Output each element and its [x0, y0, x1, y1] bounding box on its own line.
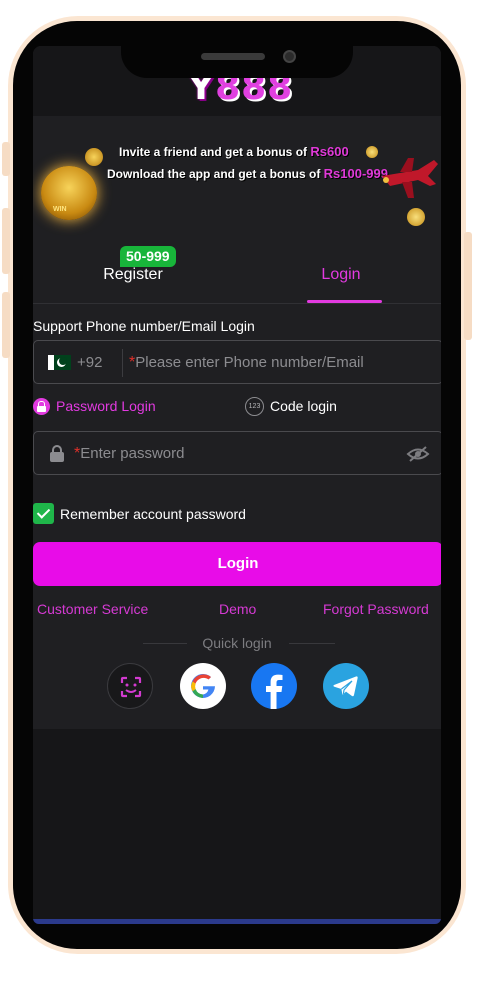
banner-invite-amount: Rs600	[310, 144, 349, 159]
mascot-label: WIN	[53, 206, 67, 213]
phone-placeholder-text: Please enter Phone number/Email	[135, 354, 364, 371]
coin-icon	[85, 148, 103, 166]
promo-banner[interactable]: WIN Invite a friend and get a bonus of R…	[33, 116, 441, 236]
airplane-icon	[382, 158, 438, 198]
divider-line	[289, 643, 335, 644]
coin-icon	[407, 208, 425, 226]
password-input[interactable]: *Enter password	[33, 431, 441, 475]
field-divider	[122, 349, 123, 377]
phone-side-button	[2, 208, 10, 274]
lock-icon	[50, 445, 64, 462]
front-camera-icon	[283, 50, 296, 63]
face-id-icon	[120, 676, 142, 698]
remember-password-label[interactable]: Remember account password	[60, 506, 246, 522]
eye-off-icon[interactable]	[406, 445, 430, 463]
banner-download-text: Download the app and get a bonus of	[107, 167, 321, 181]
remember-password-checkbox[interactable]	[33, 503, 54, 524]
phone-screen: Y888 WIN Invite a friend and get a bonus…	[33, 46, 441, 924]
customer-service-link[interactable]: Customer Service	[37, 601, 148, 617]
banner-line-download: Download the app and get a bonus of Rs10…	[107, 166, 388, 181]
google-icon	[191, 673, 215, 698]
tab-register[interactable]: Register	[33, 266, 233, 284]
phone-side-button	[464, 232, 472, 340]
mascot-icon	[41, 166, 97, 220]
phone-side-button	[2, 142, 10, 176]
quick-login-divider: Quick login	[33, 634, 441, 654]
code-login-option[interactable]: 123 Code login	[245, 397, 337, 417]
phone-side-button	[2, 292, 10, 358]
forgot-password-link[interactable]: Forgot Password	[323, 601, 429, 617]
phone-notch	[121, 26, 353, 78]
password-placeholder-text: Enter password	[80, 445, 185, 462]
face-login-button[interactable]	[107, 663, 153, 709]
footer-area	[33, 729, 441, 924]
facebook-login-button[interactable]	[251, 663, 297, 709]
code-login-label: Code login	[270, 398, 337, 415]
country-code[interactable]: +92	[77, 354, 102, 371]
flag-crescent-cut	[59, 357, 67, 365]
google-login-button[interactable]	[180, 663, 226, 709]
banner-invite-text: Invite a friend and get a bonus of	[119, 145, 308, 159]
password-login-option[interactable]: Password Login	[33, 397, 156, 416]
help-links: Customer Service Demo Forgot Password	[33, 601, 441, 621]
coin-icon	[366, 146, 378, 158]
password-placeholder: *Enter password	[74, 445, 184, 463]
demo-link[interactable]: Demo	[219, 601, 256, 617]
phone-email-placeholder: *Please enter Phone number/Email	[129, 354, 364, 372]
footer-accent-bar	[33, 919, 441, 924]
register-bonus-badge: 50-999	[120, 246, 176, 267]
login-mode-row: Password Login 123 Code login	[33, 396, 441, 420]
lock-icon	[33, 397, 50, 415]
phone-email-input[interactable]: +92 *Please enter Phone number/Email	[33, 340, 441, 384]
facebook-icon	[266, 674, 283, 709]
code-icon: 123	[245, 397, 264, 416]
auth-tabs: Register 50-999 Login	[33, 236, 441, 304]
telegram-login-button[interactable]	[323, 663, 369, 709]
tab-login[interactable]: Login	[241, 266, 441, 284]
quick-login-label: Quick login	[202, 635, 272, 651]
password-login-label: Password Login	[56, 398, 156, 414]
speaker-grille	[201, 53, 265, 60]
active-tab-indicator	[307, 300, 382, 303]
pakistan-flag-icon[interactable]	[48, 355, 71, 370]
telegram-icon	[333, 676, 358, 697]
support-login-label: Support Phone number/Email Login	[33, 318, 255, 334]
banner-line-invite: Invite a friend and get a bonus of Rs600	[119, 144, 349, 159]
login-button[interactable]: Login	[33, 542, 441, 586]
